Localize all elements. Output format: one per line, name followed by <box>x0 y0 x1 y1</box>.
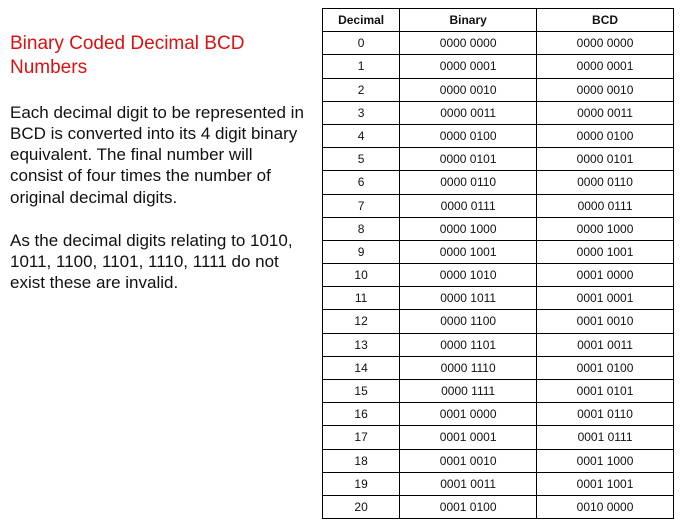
cell-decimal: 19 <box>323 472 400 495</box>
cell-bcd: 0000 0111 <box>537 194 674 217</box>
cell-binary: 0000 0001 <box>400 55 537 78</box>
cell-decimal: 9 <box>323 240 400 263</box>
table-row: 150000 11110001 0101 <box>323 380 674 403</box>
cell-binary: 0000 0100 <box>400 124 537 147</box>
cell-decimal: 5 <box>323 148 400 171</box>
page: Binary Coded Decimal BCD Numbers Each de… <box>10 8 674 519</box>
cell-bcd: 0000 0110 <box>537 171 674 194</box>
table-header-row: Decimal Binary BCD <box>323 9 674 32</box>
cell-binary: 0000 0011 <box>400 101 537 124</box>
table-row: 50000 01010000 0101 <box>323 148 674 171</box>
paragraph-1: Each decimal digit to be represented in … <box>10 102 306 208</box>
cell-binary: 0000 1101 <box>400 333 537 356</box>
bcd-table: Decimal Binary BCD 00000 00000000 000010… <box>322 8 674 519</box>
paragraph-2: As the decimal digits relating to 1010, … <box>10 230 306 294</box>
table-row: 70000 01110000 0111 <box>323 194 674 217</box>
table-row: 10000 00010000 0001 <box>323 55 674 78</box>
cell-binary: 0000 1011 <box>400 287 537 310</box>
cell-decimal: 2 <box>323 78 400 101</box>
table-row: 80000 10000000 1000 <box>323 217 674 240</box>
cell-bcd: 0001 1000 <box>537 449 674 472</box>
cell-bcd: 0001 0101 <box>537 380 674 403</box>
table-row: 40000 01000000 0100 <box>323 124 674 147</box>
cell-bcd: 0000 0001 <box>537 55 674 78</box>
cell-binary: 0000 1110 <box>400 356 537 379</box>
cell-binary: 0001 0010 <box>400 449 537 472</box>
table-row: 160001 00000001 0110 <box>323 403 674 426</box>
cell-binary: 0000 0111 <box>400 194 537 217</box>
cell-decimal: 1 <box>323 55 400 78</box>
table-column: Decimal Binary BCD 00000 00000000 000010… <box>322 8 674 519</box>
cell-decimal: 13 <box>323 333 400 356</box>
table-row: 00000 00000000 0000 <box>323 32 674 55</box>
cell-decimal: 12 <box>323 310 400 333</box>
cell-decimal: 8 <box>323 217 400 240</box>
cell-bcd: 0001 0000 <box>537 264 674 287</box>
table-row: 110000 10110001 0001 <box>323 287 674 310</box>
cell-binary: 0001 0001 <box>400 426 537 449</box>
cell-decimal: 15 <box>323 380 400 403</box>
cell-binary: 0000 0110 <box>400 171 537 194</box>
table-row: 90000 10010000 1001 <box>323 240 674 263</box>
cell-bcd: 0001 0111 <box>537 426 674 449</box>
table-row: 170001 00010001 0111 <box>323 426 674 449</box>
cell-binary: 0000 1010 <box>400 264 537 287</box>
cell-bcd: 0001 0100 <box>537 356 674 379</box>
table-row: 60000 01100000 0110 <box>323 171 674 194</box>
table-row: 20000 00100000 0010 <box>323 78 674 101</box>
table-row: 180001 00100001 1000 <box>323 449 674 472</box>
table-row: 200001 01000010 0000 <box>323 495 674 518</box>
text-column: Binary Coded Decimal BCD Numbers Each de… <box>10 8 306 316</box>
cell-bcd: 0000 0100 <box>537 124 674 147</box>
cell-binary: 0000 0000 <box>400 32 537 55</box>
cell-decimal: 18 <box>323 449 400 472</box>
col-header-decimal: Decimal <box>323 9 400 32</box>
cell-binary: 0000 0010 <box>400 78 537 101</box>
table-row: 100000 10100001 0000 <box>323 264 674 287</box>
cell-binary: 0001 0011 <box>400 472 537 495</box>
cell-bcd: 0010 0000 <box>537 495 674 518</box>
cell-bcd: 0001 0110 <box>537 403 674 426</box>
cell-binary: 0000 1001 <box>400 240 537 263</box>
cell-binary: 0001 0100 <box>400 495 537 518</box>
cell-binary: 0001 0000 <box>400 403 537 426</box>
table-row: 120000 11000001 0010 <box>323 310 674 333</box>
cell-bcd: 0001 0011 <box>537 333 674 356</box>
cell-decimal: 14 <box>323 356 400 379</box>
table-row: 130000 11010001 0011 <box>323 333 674 356</box>
cell-binary: 0000 0101 <box>400 148 537 171</box>
cell-decimal: 17 <box>323 426 400 449</box>
cell-decimal: 16 <box>323 403 400 426</box>
cell-binary: 0000 1100 <box>400 310 537 333</box>
cell-decimal: 7 <box>323 194 400 217</box>
table-row: 190001 00110001 1001 <box>323 472 674 495</box>
cell-decimal: 10 <box>323 264 400 287</box>
cell-binary: 0000 1111 <box>400 380 537 403</box>
cell-bcd: 0000 0000 <box>537 32 674 55</box>
cell-bcd: 0001 1001 <box>537 472 674 495</box>
page-title: Binary Coded Decimal BCD Numbers <box>10 32 306 80</box>
cell-decimal: 4 <box>323 124 400 147</box>
col-header-binary: Binary <box>400 9 537 32</box>
cell-bcd: 0001 0001 <box>537 287 674 310</box>
cell-binary: 0000 1000 <box>400 217 537 240</box>
table-row: 30000 00110000 0011 <box>323 101 674 124</box>
cell-bcd: 0000 0010 <box>537 78 674 101</box>
cell-decimal: 11 <box>323 287 400 310</box>
table-row: 140000 11100001 0100 <box>323 356 674 379</box>
cell-bcd: 0000 1001 <box>537 240 674 263</box>
cell-decimal: 0 <box>323 32 400 55</box>
cell-bcd: 0000 0101 <box>537 148 674 171</box>
cell-bcd: 0000 1000 <box>537 217 674 240</box>
cell-bcd: 0000 0011 <box>537 101 674 124</box>
col-header-bcd: BCD <box>537 9 674 32</box>
cell-decimal: 20 <box>323 495 400 518</box>
cell-decimal: 3 <box>323 101 400 124</box>
cell-bcd: 0001 0010 <box>537 310 674 333</box>
cell-decimal: 6 <box>323 171 400 194</box>
